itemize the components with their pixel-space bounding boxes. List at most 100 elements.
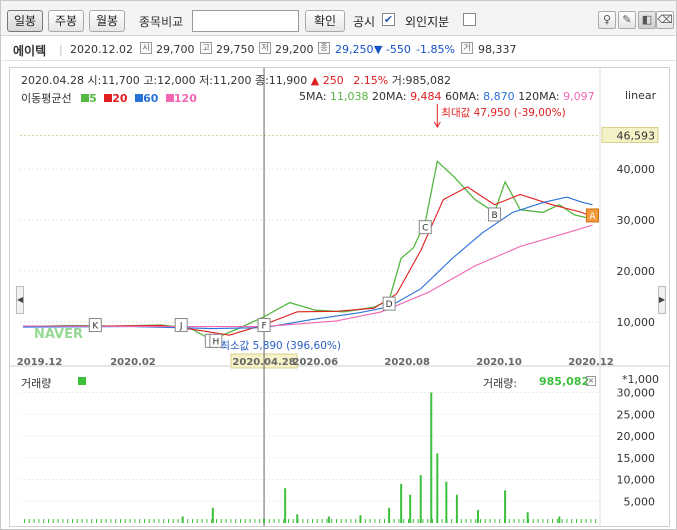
ma20-value-label: 20MA: <box>372 90 407 103</box>
volume-bar-base <box>398 519 400 523</box>
ma5-swatch <box>81 94 90 102</box>
volume-bar-base <box>297 519 299 523</box>
price-tick-label: 10,000 <box>617 316 656 329</box>
compare-label: 종목비교 <box>139 15 184 29</box>
check-icon: ✔ <box>383 13 394 26</box>
volume-bar-base <box>436 519 438 523</box>
volume-bar <box>327 516 330 523</box>
volume-bar-base <box>81 519 83 523</box>
volume-bar-base <box>288 519 289 523</box>
volume-bar-base <box>480 519 481 523</box>
volume-bar-base <box>158 519 160 523</box>
volume-bar-base <box>216 519 217 523</box>
ma120-value: 9,097 <box>563 90 595 103</box>
volume-bar-base <box>211 519 213 523</box>
volume-bar-base <box>350 519 352 523</box>
ma5-label: 5 <box>89 92 97 105</box>
volume-bar-base <box>465 519 467 523</box>
volume-bar-base <box>360 519 361 523</box>
volume-tick-label: 25,000 <box>617 408 656 421</box>
hover-change-pct: 2.15% <box>353 74 389 87</box>
monthly-button[interactable]: 월봉 <box>89 10 125 32</box>
volume-bar-base <box>278 519 280 523</box>
low-icon: 저 <box>259 42 271 54</box>
volume-bar-base <box>38 519 40 523</box>
volume-bar-base <box>513 519 515 523</box>
ma120-label: 120 <box>173 92 197 105</box>
volume-value-label: 거래량: <box>483 377 518 390</box>
volume-bar-base <box>24 519 25 523</box>
ma120-value-label: 120MA: <box>518 90 560 103</box>
close-volume-icon[interactable]: × <box>586 376 596 386</box>
volume-bar <box>558 516 561 523</box>
volume-bar <box>409 494 412 523</box>
daily-button[interactable]: 일봉 <box>7 10 43 32</box>
volume-bar-base <box>504 519 505 523</box>
volume-bar <box>419 475 422 523</box>
volume-bar-base <box>427 519 429 523</box>
scroll-left-icon[interactable]: ◀ <box>16 286 24 314</box>
volume-bar-base <box>124 519 126 523</box>
volume-bar-base <box>388 519 390 523</box>
event-marker-label: C <box>422 224 428 234</box>
ma-values: 5MA: 11,038 20MA: 9,484 60MA: 8,870 120M… <box>299 90 595 103</box>
hover-low-label: 저: <box>199 74 213 87</box>
volume-bar-base <box>499 519 501 523</box>
volume-bar <box>504 490 507 523</box>
event-marker-label: B <box>491 211 497 221</box>
eraser-icon[interactable]: ⌫ <box>656 11 674 29</box>
volume-bar-base <box>52 519 54 523</box>
volume-bar-base <box>364 519 366 523</box>
volume-bar-base <box>537 519 539 523</box>
volume-bar-base <box>43 519 45 523</box>
volume-bar-base <box>62 519 64 523</box>
volume-bar-base <box>67 519 69 523</box>
layout-toggle-icon[interactable]: ◧ <box>638 11 656 29</box>
chart-panel[interactable]: 10,000 20,000 30,000 40,000 46,593 5,000 10,00… <box>9 67 670 527</box>
volume-tick-label: 15,000 <box>617 452 656 465</box>
volume-bar-base <box>321 519 323 523</box>
volume-bar-base <box>254 519 256 523</box>
x-tick-label: 2020.10 <box>476 357 522 368</box>
x-tick-label: 2020.02 <box>110 357 156 368</box>
volume-bar-base <box>590 519 592 523</box>
price-plot-area <box>20 102 600 360</box>
hover-date: 2020.04.28 <box>21 74 84 87</box>
volume-bar-base <box>523 519 525 523</box>
x-tick-label: 2019.12 <box>17 357 63 368</box>
announce-checkbox[interactable]: ✔ <box>382 13 395 26</box>
scroll-right-icon[interactable]: ▶ <box>658 286 666 314</box>
volume-bar <box>476 509 479 523</box>
scale-label[interactable]: linear <box>625 89 656 102</box>
x-tick-label: 2020.08 <box>384 357 430 368</box>
foreign-checkbox[interactable] <box>463 13 476 26</box>
volume-bar-base <box>412 519 414 523</box>
volume-bar-base <box>283 519 285 523</box>
change-pct: -1.85% <box>416 43 455 56</box>
lightbulb-icon[interactable]: ♀ <box>598 11 616 29</box>
volume-bar-base <box>220 519 222 523</box>
volume-bar-base <box>91 519 93 523</box>
volume-bar-base <box>28 519 30 523</box>
volume-bar-base <box>110 519 112 523</box>
weekly-button[interactable]: 주봉 <box>48 10 84 32</box>
volume-bar-base <box>379 519 381 523</box>
volume-bar-base <box>585 519 587 523</box>
x-tick-label: 2020.06 <box>292 357 338 368</box>
price-volume-chart[interactable]: 10,000 20,000 30,000 40,000 46,593 5,000 10,00… <box>10 68 669 526</box>
volume-bar-base <box>182 519 184 523</box>
volume-bar-base <box>456 519 457 523</box>
hover-close-label: 종: <box>254 74 269 87</box>
volume-value: 98,337 <box>478 43 517 56</box>
confirm-button[interactable]: 확인 <box>305 10 345 32</box>
volume-bar-base <box>475 519 477 523</box>
volume-bar-base <box>273 519 275 523</box>
x-tick-label: 2020.12 <box>568 357 614 368</box>
compare-input[interactable] <box>192 10 299 32</box>
hover-open: 11,700 <box>101 74 140 87</box>
volume-bar-base <box>120 519 121 523</box>
pen-icon[interactable]: ✎ <box>618 11 636 29</box>
volume-bar-base <box>144 519 145 523</box>
ma20-value: 9,484 <box>410 90 442 103</box>
volume-bar-base <box>264 519 265 523</box>
